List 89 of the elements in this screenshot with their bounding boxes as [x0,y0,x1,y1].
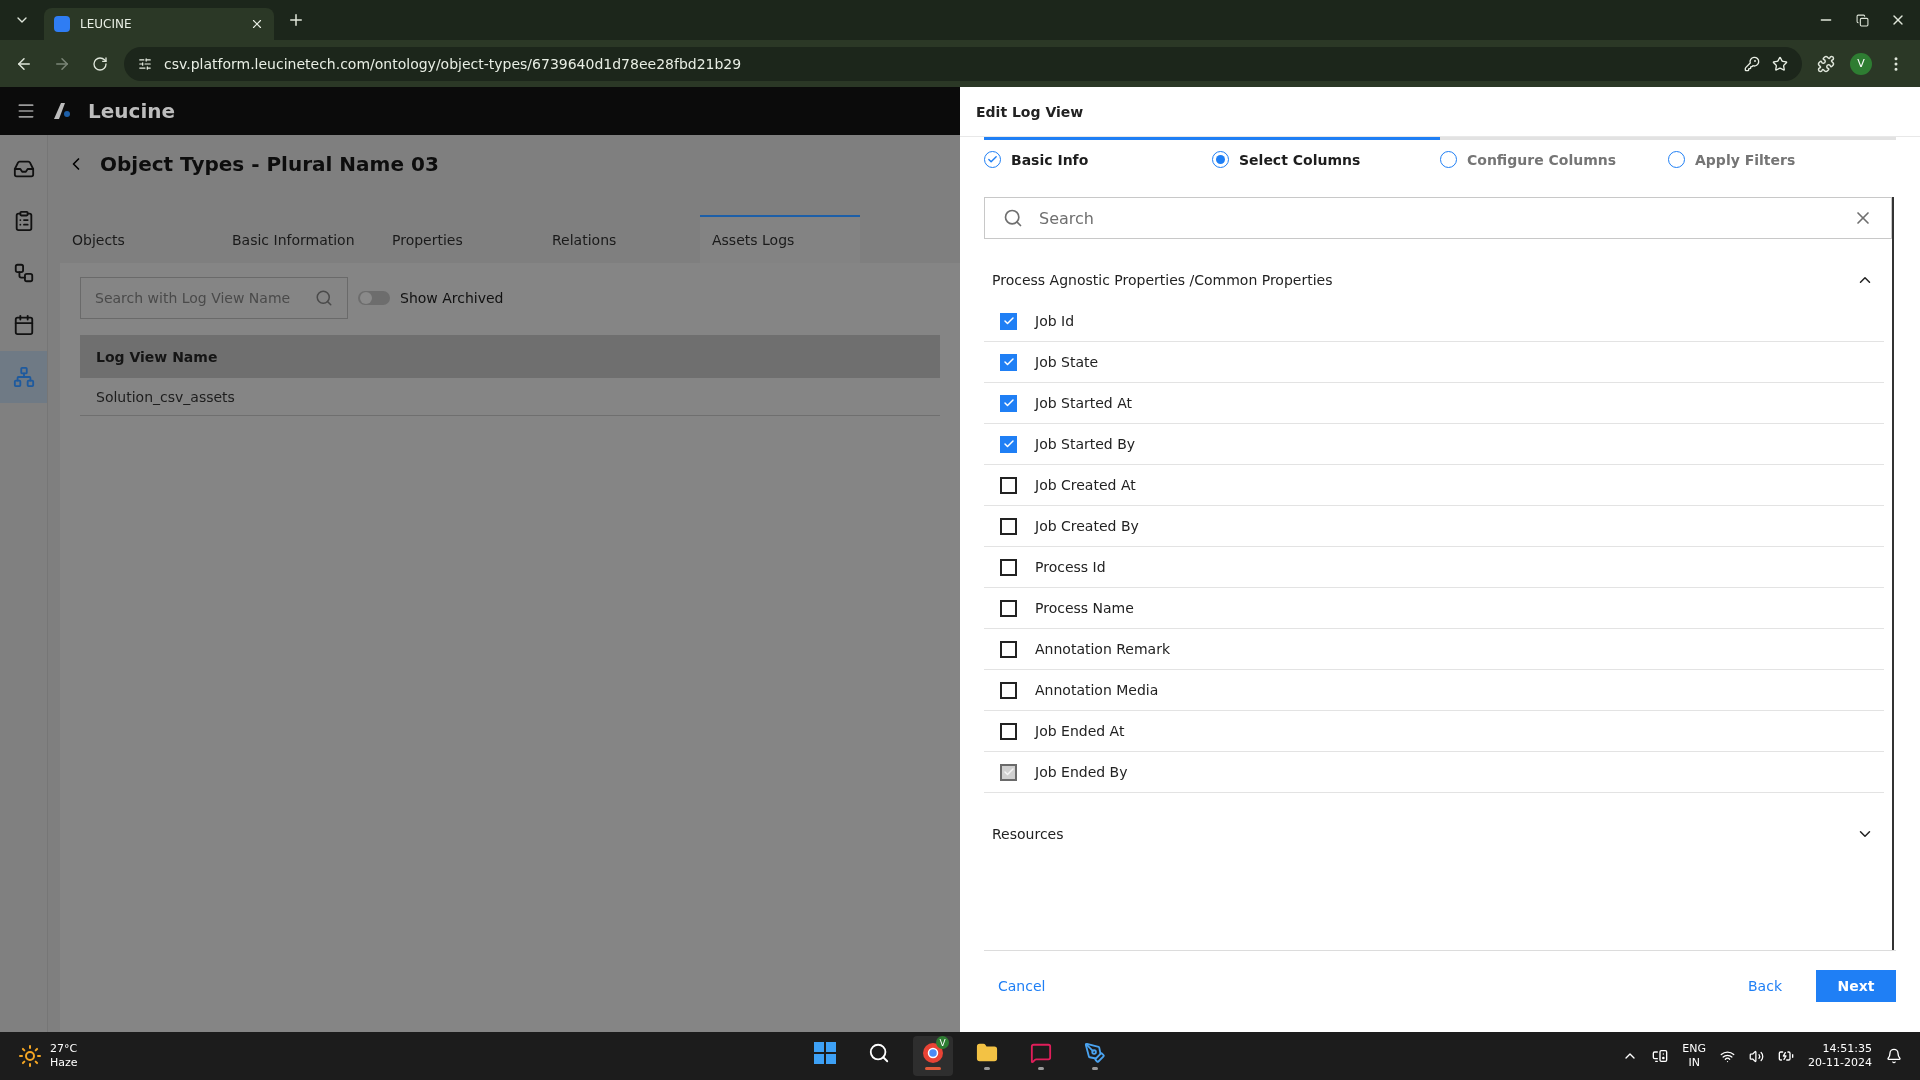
table-cell: Solution_csv_assets [96,388,235,405]
clock-time: 14:51:35 [1822,1042,1872,1056]
weather-condition: Haze [50,1056,78,1070]
checkbox[interactable] [1000,722,1017,740]
page-tab[interactable]: Relations [540,215,700,263]
address-bar[interactable]: csv.platform.leucinetech.com/ontology/object-types/6739640d1d78ee28fbd21b29 [124,46,1802,81]
checkbox-label: Job Started By [1035,436,1136,452]
search-icon [868,1042,890,1064]
wizard-step[interactable]: Apply Filters [1668,137,1896,179]
back-button[interactable]: Back [1746,973,1784,998]
page-tab[interactable]: Objects [60,215,220,263]
checkbox-label: Job Created By [1035,518,1139,534]
reload-icon[interactable] [92,55,108,72]
checkbox-label: Job State [1035,354,1099,370]
menu-icon[interactable] [16,101,36,121]
profile-badge: V [936,1036,949,1049]
checkbox-label: Job Started At [1035,395,1132,411]
page-tab[interactable]: Assets Logs [700,215,860,263]
checkbox-label: Job Created At [1035,477,1136,493]
new-tab-icon[interactable] [287,11,305,29]
checkbox-label: Job Ended By [1035,764,1128,780]
toggle-label: Show Archived [400,290,504,306]
language-indicator[interactable]: IN [1688,1056,1700,1070]
site-settings-icon [138,56,152,71]
checkbox[interactable] [1000,476,1017,494]
checkbox-label: Job Id [1035,313,1075,329]
restore-icon[interactable] [1855,13,1869,27]
search-field[interactable]: Search [984,197,1892,239]
wizard-step[interactable]: Select Columns [1212,137,1440,179]
checkbox[interactable] [1000,558,1017,576]
tab-title: LEUCINE [80,17,132,31]
taskbar-app[interactable]: V [913,1036,953,1076]
device-icon [1652,1048,1669,1064]
brand-name: Leucine [88,99,176,123]
sun-icon [18,1044,42,1068]
search-icon [1003,208,1023,228]
checkbox-label: Process Id [1035,559,1106,575]
wifi-icon [1720,1048,1736,1064]
check-icon [1002,397,1015,409]
chat-icon [1030,1042,1052,1064]
check-icon [1002,356,1015,368]
column-header: Log View Name [96,348,218,365]
section-header[interactable]: Resources [984,813,1884,855]
drawer-title: Edit Log View [960,87,1920,137]
checkbox[interactable] [1000,517,1017,535]
pen-icon [1084,1042,1106,1064]
checkbox[interactable] [1000,394,1017,412]
check-icon [1002,438,1015,450]
wizard-step[interactable]: Basic Info [984,137,1212,179]
inbox-icon [12,158,35,180]
battery-icon [1778,1048,1795,1064]
cancel-button[interactable]: Cancel [996,973,1048,998]
volume-icon [1749,1048,1765,1064]
checkbox-label: Job Ended At [1035,723,1125,739]
wizard-step[interactable]: Configure Columns [1440,137,1668,179]
temperature: 27°C [50,1042,78,1056]
checkbox[interactable] [1000,312,1017,330]
key-icon [1744,55,1760,72]
checkbox[interactable] [1000,353,1017,371]
close-icon [250,17,264,31]
check-icon [1002,766,1015,778]
page-tab[interactable]: Properties [380,215,540,263]
checkbox-label: Annotation Media [1035,682,1159,698]
folder-icon [976,1042,998,1064]
windows-logo-icon [814,1042,836,1064]
archive-toggle[interactable] [358,291,390,305]
page-tab[interactable]: Basic Information [220,215,380,263]
next-button[interactable]: Next [1816,969,1896,1002]
checkbox[interactable] [1000,640,1017,658]
checkbox[interactable] [1000,681,1017,699]
bookmark-star-icon [1772,55,1788,72]
checkbox-label: Process Name [1035,600,1134,616]
checkbox[interactable] [1000,435,1017,453]
puzzle-icon[interactable] [1817,54,1835,73]
section-header[interactable]: Process Agnostic Properties /Common Properties [984,259,1884,301]
calendar-icon [12,314,35,336]
hierarchy-icon [12,366,35,388]
language-indicator[interactable]: ENG [1682,1042,1707,1056]
notification-icon[interactable] [1886,1048,1902,1064]
checkbox-label: Annotation Remark [1035,641,1171,657]
browser-tab[interactable]: LEUCINE [44,8,274,40]
clock-date: 20-11-2024 [1808,1056,1872,1070]
profile-avatar[interactable]: V [1850,52,1872,75]
check-icon [1002,315,1015,327]
flow-icon [12,262,35,284]
page-title: Object Types - Plural Name 03 [100,152,439,176]
site-favicon-icon [54,16,70,32]
checkbox[interactable] [1000,599,1017,617]
search-icon [315,289,333,307]
